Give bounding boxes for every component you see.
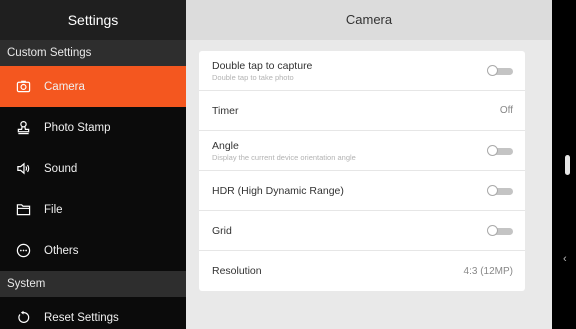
- setting-hdr[interactable]: HDR (High Dynamic Range): [199, 171, 525, 211]
- setting-double-tap-capture[interactable]: Double tap to capture Double tap to take…: [199, 51, 525, 91]
- sidebar-item-label: Photo Stamp: [44, 121, 111, 134]
- settings-sidebar: Settings Custom Settings Camera Photo St…: [0, 0, 186, 329]
- setting-angle[interactable]: Angle Display the current device orienta…: [199, 131, 525, 171]
- sidebar-item-label: Sound: [44, 162, 78, 175]
- setting-grid[interactable]: Grid: [199, 211, 525, 251]
- reset-icon: [15, 310, 31, 326]
- drag-handle-icon[interactable]: [565, 155, 570, 175]
- sidebar-item-photo-stamp[interactable]: Photo Stamp: [0, 107, 186, 148]
- resolution-value: 4:3 (12MP): [463, 265, 513, 277]
- sidebar-item-label: File: [44, 203, 63, 216]
- more-icon: [15, 243, 31, 259]
- section-system: System: [0, 271, 186, 297]
- setting-title: Grid: [212, 224, 232, 237]
- stamp-icon: [15, 120, 31, 136]
- sidebar-item-reset-settings[interactable]: Reset Settings: [0, 297, 186, 329]
- angle-toggle[interactable]: [487, 144, 513, 157]
- setting-title: HDR (High Dynamic Range): [212, 184, 344, 197]
- chevron-left-icon[interactable]: ‹: [563, 254, 567, 265]
- setting-timer[interactable]: Timer Off: [199, 91, 525, 131]
- speaker-icon: [15, 161, 31, 177]
- sidebar-item-others[interactable]: Others: [0, 230, 186, 271]
- double-tap-toggle[interactable]: [487, 64, 513, 77]
- sidebar-item-sound[interactable]: Sound: [0, 148, 186, 189]
- setting-subtitle: Double tap to take photo: [212, 72, 294, 82]
- grid-toggle[interactable]: [487, 224, 513, 237]
- camera-icon: [15, 79, 31, 95]
- setting-title: Timer: [212, 104, 239, 117]
- folder-icon: [15, 202, 31, 218]
- sidebar-title: Settings: [0, 0, 186, 40]
- sidebar-item-label: Camera: [44, 80, 85, 93]
- settings-card: Double tap to capture Double tap to take…: [199, 51, 525, 291]
- setting-title: Resolution: [212, 265, 262, 277]
- setting-subtitle: Display the current device orientation a…: [212, 152, 356, 162]
- edge-panel: [552, 0, 576, 329]
- setting-title: Double tap to capture: [212, 59, 313, 72]
- timer-value: Off: [499, 105, 513, 116]
- page-title: Camera: [186, 0, 552, 40]
- setting-title: Angle: [212, 139, 239, 152]
- settings-content: Camera Double tap to capture Double tap …: [186, 0, 552, 329]
- sidebar-item-label: Others: [44, 244, 79, 257]
- section-custom-settings: Custom Settings: [0, 40, 186, 66]
- hdr-toggle[interactable]: [487, 184, 513, 197]
- setting-resolution[interactable]: Resolution 4:3 (12MP): [199, 251, 525, 291]
- sidebar-item-label: Reset Settings: [44, 311, 119, 324]
- sidebar-item-file[interactable]: File: [0, 189, 186, 230]
- sidebar-item-camera[interactable]: Camera: [0, 66, 186, 107]
